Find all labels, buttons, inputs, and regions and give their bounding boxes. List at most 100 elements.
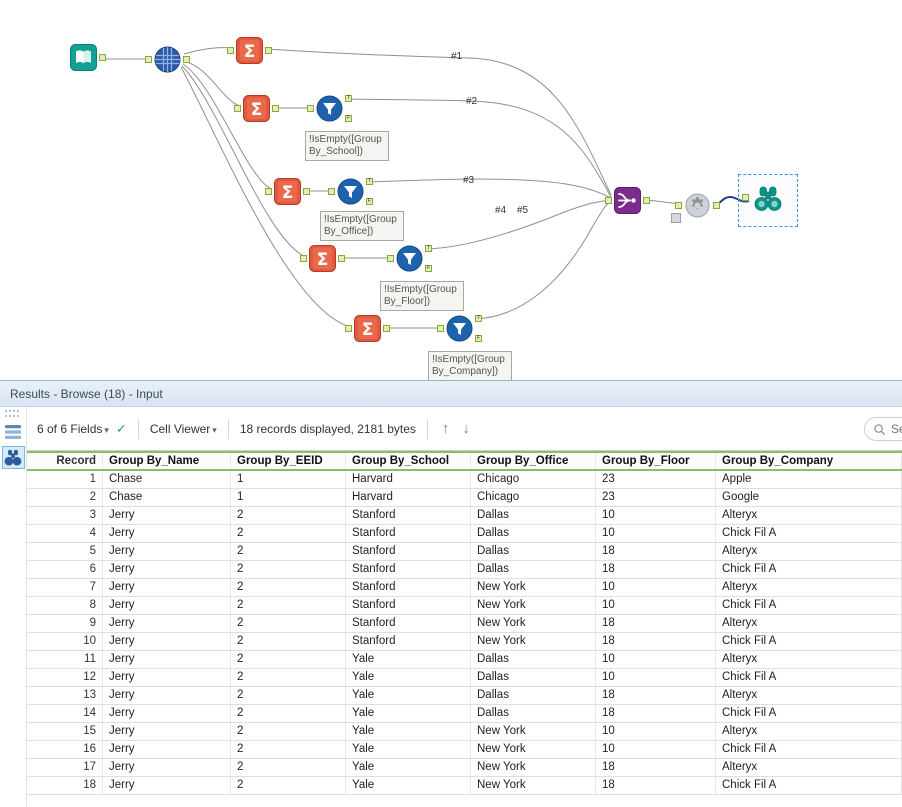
data-cell[interactable]: Alteryx bbox=[716, 615, 902, 632]
column-header[interactable]: Group By_Company bbox=[716, 453, 902, 469]
data-cell[interactable]: 2 bbox=[231, 687, 346, 704]
panel-grip-handle[interactable] bbox=[5, 410, 21, 412]
false-output-anchor[interactable]: F bbox=[366, 198, 373, 205]
input-anchor[interactable] bbox=[605, 197, 612, 204]
table-row[interactable]: 4 Jerry 2 Stanford Dallas 10 Chick Fil A bbox=[27, 525, 902, 543]
data-cell[interactable]: 2 bbox=[231, 579, 346, 596]
next-record-button[interactable]: ↓ bbox=[459, 420, 473, 437]
record-number-cell[interactable]: 8 bbox=[27, 597, 103, 614]
data-cell[interactable]: Alteryx bbox=[716, 723, 902, 740]
record-number-cell[interactable]: 12 bbox=[27, 669, 103, 686]
data-cell[interactable]: 10 bbox=[596, 651, 716, 668]
filter-tool-2[interactable]: TF bbox=[328, 178, 373, 205]
data-cell[interactable]: Chick Fil A bbox=[716, 777, 902, 794]
tool-annotation[interactable]: !IsEmpty([Group By_Office]) bbox=[320, 211, 404, 241]
table-row[interactable]: 17 Jerry 2 Yale New York 18 Alteryx bbox=[27, 759, 902, 777]
data-cell[interactable]: New York bbox=[471, 615, 596, 632]
data-cell[interactable]: 2 bbox=[231, 651, 346, 668]
filter-tool-4[interactable]: TF bbox=[437, 315, 482, 342]
summarize-tool-5[interactable]: Σ bbox=[345, 315, 390, 342]
data-cell[interactable]: Stanford bbox=[346, 561, 471, 578]
data-cell[interactable]: Jerry bbox=[103, 525, 231, 542]
data-cell[interactable]: Google bbox=[716, 489, 902, 506]
workflow-canvas[interactable]: Σ Σ Σ Σ Σ T F T F T F T F !IsEmpty([Group By_School])… bbox=[0, 0, 902, 380]
data-cell[interactable]: 10 bbox=[596, 723, 716, 740]
record-number-cell[interactable]: 10 bbox=[27, 633, 103, 650]
filter-tool-1[interactable]: TF bbox=[307, 95, 352, 122]
search-input[interactable] bbox=[891, 422, 902, 436]
data-cell[interactable]: 2 bbox=[231, 597, 346, 614]
false-output-anchor[interactable]: F bbox=[345, 115, 352, 122]
record-number-cell[interactable]: 2 bbox=[27, 489, 103, 506]
data-cell[interactable]: 18 bbox=[596, 687, 716, 704]
data-cell[interactable]: 2 bbox=[231, 723, 346, 740]
data-cell[interactable]: 18 bbox=[596, 705, 716, 722]
data-cell[interactable]: Jerry bbox=[103, 777, 231, 794]
gear-tool[interactable] bbox=[675, 192, 720, 219]
output-anchor[interactable] bbox=[713, 202, 720, 209]
data-cell[interactable]: 18 bbox=[596, 777, 716, 794]
data-cell[interactable]: Chick Fil A bbox=[716, 633, 902, 650]
data-cell[interactable]: 10 bbox=[596, 669, 716, 686]
data-cell[interactable]: Dallas bbox=[471, 687, 596, 704]
input-data-tool[interactable] bbox=[70, 44, 106, 71]
data-cell[interactable]: Alteryx bbox=[716, 759, 902, 776]
input-anchor[interactable] bbox=[227, 47, 234, 54]
output-anchor[interactable] bbox=[383, 325, 390, 332]
data-cell[interactable]: Jerry bbox=[103, 543, 231, 560]
data-cell[interactable]: Dallas bbox=[471, 525, 596, 542]
panel-grip-handle2[interactable] bbox=[5, 415, 21, 417]
data-cell[interactable]: Chick Fil A bbox=[716, 705, 902, 722]
data-cell[interactable]: Dallas bbox=[471, 705, 596, 722]
data-cell[interactable]: 2 bbox=[231, 777, 346, 794]
data-cell[interactable]: 2 bbox=[231, 669, 346, 686]
table-row[interactable]: 2 Chase 1 Harvard Chicago 23 Google bbox=[27, 489, 902, 507]
tool-annotation[interactable]: !IsEmpty([Group By_Company]) bbox=[428, 351, 512, 380]
data-cell[interactable]: Dallas bbox=[471, 543, 596, 560]
record-number-cell[interactable]: 7 bbox=[27, 579, 103, 596]
data-cell[interactable]: Stanford bbox=[346, 633, 471, 650]
false-output-anchor[interactable]: F bbox=[475, 335, 482, 342]
browse-view-button[interactable] bbox=[1, 446, 25, 469]
column-header[interactable]: Group By_EEID bbox=[231, 453, 346, 469]
data-cell[interactable]: New York bbox=[471, 579, 596, 596]
input-anchor[interactable] bbox=[387, 255, 394, 262]
data-cell[interactable]: 18 bbox=[596, 633, 716, 650]
data-cell[interactable]: 10 bbox=[596, 579, 716, 596]
table-row[interactable]: 8 Jerry 2 Stanford New York 10 Chick Fil A bbox=[27, 597, 902, 615]
data-cell[interactable]: Jerry bbox=[103, 705, 231, 722]
table-row[interactable]: 7 Jerry 2 Stanford New York 10 Alteryx bbox=[27, 579, 902, 597]
record-number-cell[interactable]: 6 bbox=[27, 561, 103, 578]
data-cell[interactable]: Harvard bbox=[346, 471, 471, 488]
record-number-cell[interactable]: 5 bbox=[27, 543, 103, 560]
data-cell[interactable]: 2 bbox=[231, 525, 346, 542]
output-anchor[interactable] bbox=[338, 255, 345, 262]
column-header[interactable]: Group By_Name bbox=[103, 453, 231, 469]
data-cell[interactable]: 18 bbox=[596, 561, 716, 578]
data-cell[interactable]: 2 bbox=[231, 741, 346, 758]
column-header[interactable]: Group By_School bbox=[346, 453, 471, 469]
table-row[interactable]: 5 Jerry 2 Stanford Dallas 18 Alteryx bbox=[27, 543, 902, 561]
input-anchor[interactable] bbox=[145, 56, 152, 63]
data-cell[interactable]: New York bbox=[471, 759, 596, 776]
data-cell[interactable]: Jerry bbox=[103, 669, 231, 686]
table-row[interactable]: 11 Jerry 2 Yale Dallas 10 Alteryx bbox=[27, 651, 902, 669]
data-cell[interactable]: Chase bbox=[103, 471, 231, 488]
filter-tool-3[interactable]: TF bbox=[387, 245, 432, 272]
data-cell[interactable]: Alteryx bbox=[716, 687, 902, 704]
record-number-cell[interactable]: 1 bbox=[27, 471, 103, 488]
data-cell[interactable]: Yale bbox=[346, 759, 471, 776]
table-row[interactable]: 9 Jerry 2 Stanford New York 18 Alteryx bbox=[27, 615, 902, 633]
data-cell[interactable]: Jerry bbox=[103, 651, 231, 668]
data-cell[interactable]: Chick Fil A bbox=[716, 525, 902, 542]
input-anchor[interactable] bbox=[234, 105, 241, 112]
data-cell[interactable]: New York bbox=[471, 633, 596, 650]
data-cell[interactable]: Alteryx bbox=[716, 579, 902, 596]
data-cell[interactable]: Yale bbox=[346, 687, 471, 704]
fields-dropdown[interactable]: 6 of 6 Fields ▾ bbox=[37, 422, 109, 436]
output-anchor[interactable] bbox=[272, 105, 279, 112]
data-cell[interactable]: Yale bbox=[346, 651, 471, 668]
column-header[interactable]: Record bbox=[27, 453, 103, 469]
table-row[interactable]: 18 Jerry 2 Yale New York 18 Chick Fil A bbox=[27, 777, 902, 795]
data-cell[interactable]: 1 bbox=[231, 471, 346, 488]
